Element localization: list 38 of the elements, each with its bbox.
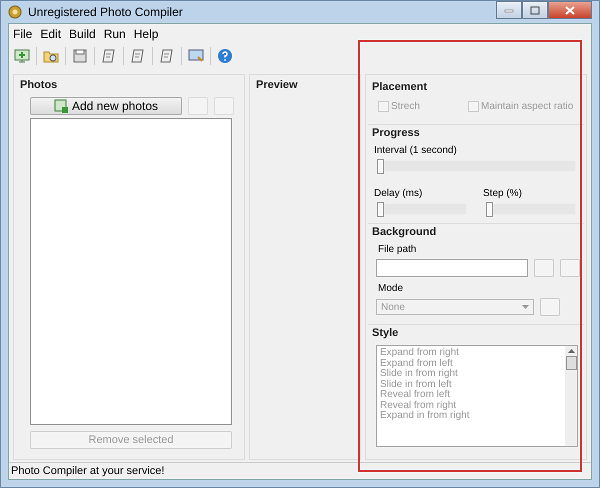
clear-button[interactable]: [560, 259, 580, 277]
dropdown-arrow-icon: [522, 305, 529, 309]
section-title: Background: [372, 226, 438, 238]
field-label: Interval (1 second): [374, 145, 458, 156]
close-icon: [565, 6, 575, 14]
menu-item[interactable]: Help: [134, 27, 158, 41]
field-label: File path: [378, 244, 418, 255]
field-label: Delay (ms): [374, 188, 424, 199]
section-title: Progress: [372, 127, 421, 139]
minimize-button[interactable]: [496, 1, 522, 19]
menu-item[interactable]: File: [13, 27, 32, 41]
menu-item[interactable]: Run: [104, 27, 126, 41]
maximize-icon: [530, 6, 540, 14]
checkbox-label: Maintain aspect ratio: [481, 101, 574, 112]
file-path-field[interactable]: [376, 259, 528, 277]
panel-title: Preview: [256, 79, 299, 91]
menu-item[interactable]: Build: [69, 27, 96, 41]
section-title: Placement: [372, 81, 428, 93]
add-photos-button[interactable]: Add new photos: [30, 97, 182, 115]
maximize-button[interactable]: [522, 1, 548, 19]
app-icon: [8, 5, 22, 19]
minimize-icon: [504, 7, 514, 13]
slider-thumb[interactable]: [377, 202, 384, 217]
panel-title: Photos: [20, 79, 58, 91]
field-label: Step (%): [483, 188, 523, 199]
menu-item[interactable]: Edit: [40, 27, 62, 41]
scroll-up-icon: [568, 349, 574, 353]
color-button[interactable]: [540, 298, 560, 316]
checkbox-label: Strech: [391, 101, 420, 112]
close-button[interactable]: [548, 1, 592, 19]
add-picture-icon: [54, 99, 68, 113]
section-title: Style: [372, 327, 400, 339]
slider-thumb[interactable]: [486, 202, 493, 217]
slider-thumb[interactable]: [377, 159, 384, 174]
field-label: Mode: [378, 283, 404, 294]
status-text: Photo Compiler at your service!: [9, 462, 591, 479]
window-title: Unregistered Photo Compiler: [28, 5, 183, 19]
browse-button[interactable]: [534, 259, 554, 277]
